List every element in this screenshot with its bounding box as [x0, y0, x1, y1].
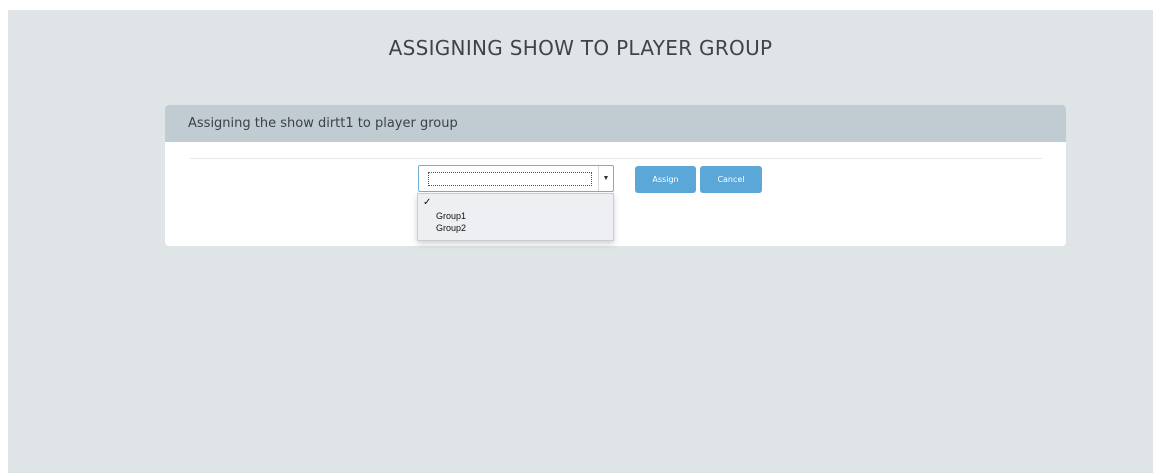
dropdown-option-empty[interactable]: ✓ — [423, 197, 431, 208]
chevron-down-icon[interactable]: ▼ — [598, 166, 613, 191]
select-focus-ring — [428, 172, 592, 186]
divider — [190, 158, 1042, 159]
assign-panel: Assigning the show dirtt1 to player grou… — [165, 105, 1066, 246]
player-group-select[interactable]: ▼ — [418, 165, 614, 192]
player-group-dropdown: ✓ Group1 Group2 — [417, 193, 614, 241]
dropdown-option-group2[interactable]: Group2 — [436, 223, 466, 234]
cancel-button[interactable]: Cancel — [700, 166, 762, 193]
dropdown-option-group1[interactable]: Group1 — [436, 211, 466, 222]
page-title: ASSIGNING SHOW TO PLAYER GROUP — [388, 36, 773, 60]
checkmark-icon: ✓ — [423, 197, 432, 208]
panel-header-text: Assigning the show dirtt1 to player grou… — [188, 116, 458, 131]
assign-button[interactable]: Assign — [635, 166, 696, 193]
panel-header: Assigning the show dirtt1 to player grou… — [165, 105, 1066, 142]
page-canvas: ASSIGNING SHOW TO PLAYER GROUP Assigning… — [8, 10, 1153, 473]
